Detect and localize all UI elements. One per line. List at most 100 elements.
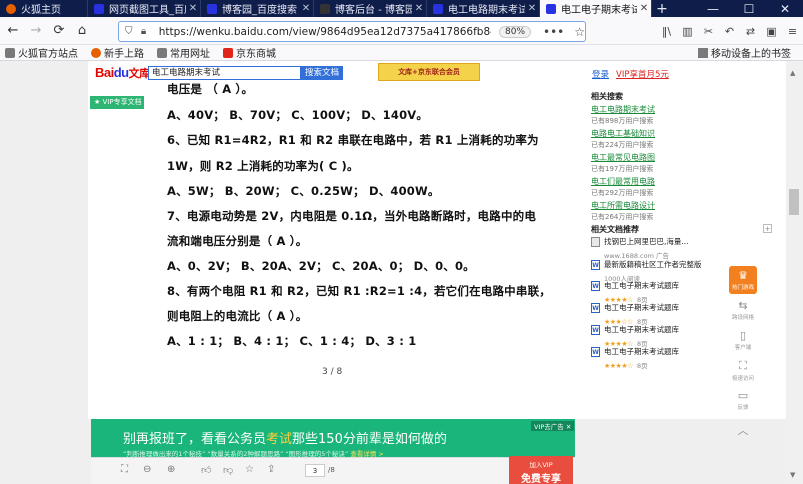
cnblogs-icon — [320, 3, 330, 14]
scroll-thumb[interactable] — [789, 189, 799, 215]
expand-icon[interactable]: + — [763, 224, 772, 233]
lock-icon[interactable]: 🔒︎ — [141, 26, 155, 37]
dislike-icon[interactable]: 👎︎ — [223, 464, 233, 476]
bookmark-mobile[interactable]: 移动设备上的书签 — [698, 45, 791, 60]
tab-electronics-exam[interactable]: 电工电子期末考试题 ✕ — [540, 0, 652, 17]
tool-label: 极速访问 — [731, 375, 754, 382]
logo-du: du — [113, 65, 129, 80]
close-tab-icon[interactable]: ✕ — [299, 3, 313, 14]
toolbar-right: ‖\ ▥ ✂ ↶ ⇄ ▣ ≡ — [656, 21, 803, 41]
related-search-link[interactable]: 电工所需电路设计 — [591, 200, 655, 211]
fast-access-button[interactable]: ⛶ 极速访问 — [729, 356, 757, 384]
scroll-up-icon[interactable]: ▲ — [790, 69, 795, 77]
recommend-item-ad[interactable]: 找钢巴上网里巴巴,海量... www.1688.com 广告 — [591, 236, 689, 260]
forward-button[interactable]: → — [26, 21, 46, 41]
menu-icon[interactable]: ≡ — [782, 21, 803, 41]
tab-title: 网页截图工具_百度搜索 — [109, 5, 186, 16]
exam-ad-banner[interactable]: 别再报班了，看看公务员考试那些150分前辈是如何做的 “判断推理做出来的1个秘技… — [91, 419, 575, 458]
search-docs-button[interactable]: 搜索文档 — [301, 66, 343, 80]
feedback-button[interactable]: ▭ 反馈 — [729, 386, 757, 414]
bookmark-common-sites[interactable]: 常用网址 — [157, 45, 210, 60]
recommend-title: 电工电子期末考试题库 — [604, 347, 679, 356]
page-content: Baidu文库 电工电路期末考试 搜索文档 文库+京东联合会员 登录 VIP享首… — [0, 61, 803, 484]
scroll-down-icon[interactable]: ▼ — [790, 471, 795, 479]
word-doc-icon: W — [591, 260, 600, 270]
login-link[interactable]: 登录 — [592, 68, 609, 80]
doc-search-input[interactable]: 电工电路期末考试 — [148, 66, 301, 80]
folder-icon — [698, 47, 708, 58]
bookmark-getting-started[interactable]: 新手上路 — [91, 45, 144, 60]
minimize-button[interactable]: — — [695, 0, 731, 17]
recommend-item[interactable]: W 电工电子期末考试题库 ★★★★☆ 8页 — [591, 346, 679, 370]
baidu-wenku-logo[interactable]: Baidu文库 — [95, 65, 150, 81]
rating-stars: ★★★★☆ — [604, 362, 633, 370]
floating-toolbar: ♛ 热门游戏 ⇆ 跨设网格 ▯ 客户端 ⛶ 极速访问 ▭ 反馈 ︿ — [729, 266, 757, 446]
related-search-meta: 已有264万用户搜索 — [591, 213, 654, 221]
tab-firefox-home[interactable]: 火狐主页 — [0, 0, 88, 17]
zoom-in-icon[interactable]: ⊕ — [167, 464, 175, 475]
related-search-heading: 相关搜索 — [591, 92, 623, 101]
related-search-meta: 已有898万用户搜索 — [591, 117, 654, 125]
back-button[interactable]: ← — [3, 21, 23, 41]
tab-cnblogs-search[interactable]: 博客园_百度搜索 ✕ — [201, 0, 314, 17]
related-search-link[interactable]: 电工电路期末考试 — [591, 104, 655, 115]
folder-icon — [157, 47, 167, 58]
shield-icon[interactable]: ⛉ — [125, 26, 141, 37]
close-tab-icon[interactable]: ✕ — [637, 3, 651, 14]
bookmark-star-icon[interactable]: ☆ — [574, 25, 585, 39]
join-vip-button[interactable]: 加入VIP 免费专享 — [509, 456, 573, 484]
home-button[interactable]: ⌂ — [72, 21, 92, 41]
bookmark-firefox-site[interactable]: 火狐官方站点 — [5, 45, 78, 60]
remove-ad-button[interactable]: VIP去广告 ✕ — [531, 421, 575, 431]
screenshot-icon[interactable]: ✂ — [698, 21, 719, 41]
navigation-bar: ← → ⟳ ⌂ ⛉ 🔒︎ https://wenku.baidu.com/vie… — [0, 17, 803, 45]
zoom-level[interactable]: 80% — [499, 25, 532, 38]
recommend-item[interactable]: W 电工电子期末考试题库 ★★★☆☆ 8页 — [591, 302, 679, 326]
recommend-item[interactable]: W 电工电子期末考试题库 ★★★★☆ 8页 — [591, 280, 679, 304]
tab-cnblogs-admin[interactable]: 博客后台 - 博客园 ✕ — [314, 0, 427, 17]
related-search-link[interactable]: 电工最常见电路图 — [591, 152, 655, 163]
close-tab-icon[interactable]: ✕ — [525, 3, 539, 14]
word-doc-icon: W — [591, 303, 600, 313]
tab-circuit-exam[interactable]: 电工电路期末考试_百 ✕ — [427, 0, 540, 17]
close-tab-icon[interactable]: ✕ — [412, 3, 426, 14]
site-header: Baidu文库 电工电路期末考试 搜索文档 文库+京东联合会员 登录 VIP享首… — [88, 61, 786, 83]
tab-screenshot-search[interactable]: 网页截图工具_百度搜索 ✕ — [88, 0, 201, 17]
recommend-item[interactable]: W 电工电子期末考试题库 ★★★★☆ 8页 — [591, 324, 679, 348]
close-window-button[interactable]: ✕ — [767, 0, 803, 17]
sidebar-icon[interactable]: ▥ — [677, 21, 698, 41]
baidu-paw-icon — [546, 3, 556, 14]
zoom-out-icon[interactable]: ⊖ — [143, 464, 151, 475]
doc-line: 6、已知 R1=4R2，R1 和 R2 串联在电路中，若 R1 上消耗的功率为 — [167, 133, 539, 147]
address-bar[interactable]: ⛉ 🔒︎ https://wenku.baidu.com/view/9864d9… — [118, 21, 586, 42]
new-tab-button[interactable]: + — [652, 0, 672, 17]
library-icon[interactable]: ‖\ — [656, 21, 677, 41]
vip-open-link[interactable]: VIP享首月5元 — [616, 68, 669, 80]
page-actions-icon[interactable]: ••• — [543, 25, 564, 39]
fullscreen-icon[interactable]: ⛶ — [121, 464, 128, 475]
url-text[interactable]: https://wenku.baidu.com/view/9864d95ea12… — [159, 26, 491, 38]
share-button[interactable]: ⇆ 跨设网格 — [729, 296, 757, 324]
reload-button[interactable]: ⟳ — [49, 21, 69, 41]
feedback-icon: ▭ — [737, 389, 749, 402]
extension-icon[interactable]: ▣ — [761, 21, 782, 41]
undo-icon[interactable]: ↶ — [719, 21, 740, 41]
close-tab-icon[interactable]: ✕ — [186, 3, 200, 14]
page-number-input[interactable]: 3 — [305, 464, 325, 477]
share-icon[interactable]: ⇪ — [267, 464, 275, 475]
client-button[interactable]: ▯ 客户端 — [729, 326, 757, 354]
game-button[interactable]: ♛ 热门游戏 — [729, 266, 757, 294]
bookmark-jd[interactable]: 京东商城 — [223, 45, 276, 60]
related-search-link[interactable]: 电路电工基础知识 — [591, 128, 655, 139]
header-ad[interactable]: 文库+京东联合会员 — [378, 63, 480, 81]
share-icon: ⇆ — [738, 299, 748, 312]
back-to-top-button[interactable]: ︿ — [729, 416, 757, 444]
sync-icon[interactable]: ⇄ — [740, 21, 761, 41]
like-icon[interactable]: 👍︎ — [201, 464, 211, 476]
favorite-icon[interactable]: ☆ — [245, 464, 254, 475]
recommend-title: 电工电子期末考试题库 — [604, 281, 679, 290]
tab-title: 火狐主页 — [21, 5, 61, 16]
maximize-button[interactable]: ☐ — [731, 0, 767, 17]
related-search-link[interactable]: 电工们最常用电路 — [591, 176, 655, 187]
page-scrollbar[interactable]: ▲ ▼ — [786, 61, 803, 484]
